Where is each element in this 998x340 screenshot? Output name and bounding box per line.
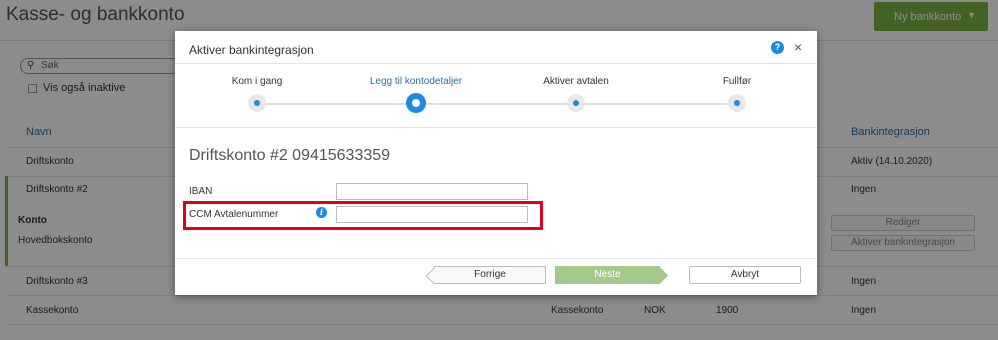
step-dot-active bbox=[406, 93, 426, 113]
next-button[interactable]: Neste bbox=[555, 266, 660, 284]
bank-integration-dialog: Aktiver bankintegrasjon ? × Kom i gang L… bbox=[175, 31, 817, 295]
step-label: Fullfør bbox=[722, 76, 752, 87]
divider bbox=[175, 258, 817, 259]
stepper-track bbox=[257, 103, 739, 105]
step-dot bbox=[728, 94, 746, 112]
dialog-title: Aktiver bankintegrasjon bbox=[189, 43, 314, 57]
previous-button[interactable]: Forrige bbox=[434, 266, 546, 284]
cancel-button[interactable]: Avbryt bbox=[689, 266, 801, 284]
next-label: Neste bbox=[594, 269, 621, 280]
step-dot bbox=[567, 94, 585, 112]
step-4: Fullfør bbox=[677, 76, 797, 112]
previous-label: Forrige bbox=[474, 269, 506, 280]
step-3: Aktiver avtalen bbox=[516, 76, 636, 112]
step-1: Kom i gang bbox=[197, 76, 317, 112]
step-label: Aktiver avtalen bbox=[543, 76, 609, 87]
close-icon[interactable]: × bbox=[794, 40, 802, 54]
highlight-box bbox=[183, 201, 543, 230]
divider bbox=[175, 127, 817, 128]
iban-input[interactable] bbox=[336, 183, 528, 200]
step-dot bbox=[248, 94, 266, 112]
step-label: Legg til kontodetaljer bbox=[369, 76, 463, 87]
divider bbox=[175, 63, 817, 64]
account-title: Driftskonto #2 09415633359 bbox=[189, 147, 391, 164]
step-label: Kom i gang bbox=[231, 76, 283, 87]
iban-label: IBAN bbox=[189, 186, 213, 197]
help-icon[interactable]: ? bbox=[771, 41, 784, 54]
step-2: Legg til kontodetaljer bbox=[356, 76, 476, 113]
